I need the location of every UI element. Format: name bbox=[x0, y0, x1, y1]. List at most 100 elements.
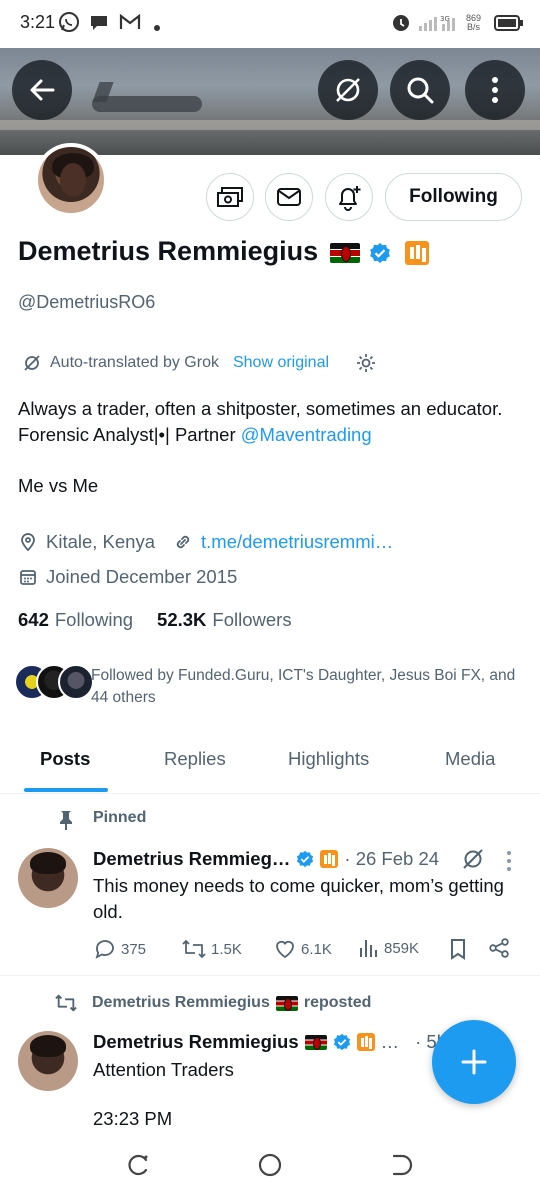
gear-icon[interactable] bbox=[355, 352, 377, 374]
bio: Always a trader, often a shitposter, som… bbox=[18, 396, 518, 448]
recents-icon[interactable] bbox=[126, 1152, 152, 1178]
arrow-left-icon bbox=[30, 79, 55, 101]
repost-button[interactable]: 1.5K bbox=[181, 937, 242, 961]
post-date: · 26 Feb 24 bbox=[344, 848, 440, 869]
bookmark-button[interactable] bbox=[448, 937, 468, 961]
avatar bbox=[58, 664, 94, 700]
dot-icon bbox=[153, 19, 161, 37]
whatsapp-icon bbox=[58, 11, 80, 38]
post-text: This money needs to come quicker, mom’s … bbox=[93, 875, 504, 922]
verified-badge-icon bbox=[297, 850, 314, 868]
message-button[interactable] bbox=[265, 173, 313, 221]
repost-icon bbox=[55, 994, 77, 1012]
following-button[interactable]: Following bbox=[385, 173, 522, 221]
pinned-label: Pinned bbox=[93, 809, 147, 826]
followed-by-text[interactable]: Followed by Funded.Guru, ICT's Daughter,… bbox=[91, 665, 521, 709]
post-author-avatar[interactable] bbox=[18, 1031, 78, 1091]
more-vertical-icon bbox=[492, 77, 498, 103]
grok-translate-icon bbox=[24, 355, 40, 371]
affiliate-badge-icon bbox=[320, 850, 339, 868]
location-pin-icon bbox=[21, 533, 35, 552]
display-name: Demetrius Remmiegius bbox=[18, 236, 319, 266]
tab-highlights[interactable]: Highlights bbox=[288, 748, 369, 770]
system-nav-bar bbox=[0, 1140, 540, 1200]
signal-icon: 3G bbox=[417, 13, 461, 38]
post-author-name[interactable]: Demetrius Remmiegius bbox=[93, 1031, 299, 1053]
post-name-ellipsis: … bbox=[380, 1031, 400, 1052]
followed-by-avatars[interactable] bbox=[14, 664, 94, 700]
reply-button[interactable]: 375 bbox=[93, 937, 146, 961]
post-divider bbox=[0, 975, 540, 976]
post-text-line: 23:23 PM bbox=[93, 1108, 173, 1129]
compose-post-button[interactable] bbox=[432, 1020, 516, 1104]
link-icon bbox=[176, 535, 190, 549]
envelope-icon bbox=[277, 188, 301, 206]
post-header: Demetrius Remmieg… · 26 Feb 24 bbox=[93, 847, 485, 871]
tab-media[interactable]: Media bbox=[445, 748, 495, 770]
following-count-link[interactable]: 642 Following bbox=[18, 609, 133, 631]
display-name-row: Demetrius Remmiegius bbox=[18, 236, 429, 267]
affiliate-badge-icon bbox=[356, 1033, 375, 1051]
search-button[interactable] bbox=[390, 60, 450, 120]
notify-button[interactable] bbox=[325, 173, 373, 221]
views-chart-icon bbox=[360, 940, 377, 957]
pin-icon bbox=[60, 811, 72, 830]
banner-plane bbox=[92, 96, 202, 112]
affiliate-badge-icon[interactable] bbox=[404, 240, 429, 265]
repost-icon bbox=[182, 940, 206, 958]
banner-runway bbox=[0, 120, 540, 130]
views-button[interactable]: 859K bbox=[358, 937, 419, 959]
location-website-row: Kitale, Kenya t.me/demetriusremmi… bbox=[18, 531, 393, 553]
kenya-flag-icon bbox=[304, 1034, 327, 1050]
follow-counts: 642 Following 52.3K Followers bbox=[18, 609, 292, 631]
post-header: Demetrius Remmiegius … · 5h bbox=[93, 1031, 447, 1053]
followers-count-link[interactable]: 52.3K Followers bbox=[157, 609, 292, 631]
translate-button[interactable] bbox=[318, 60, 378, 120]
share-button[interactable] bbox=[488, 937, 510, 959]
joined-date: Joined December 2015 bbox=[46, 566, 238, 587]
joined-row: Joined December 2015 bbox=[18, 566, 237, 588]
share-icon bbox=[489, 938, 509, 958]
bio-motto: Me vs Me bbox=[18, 475, 99, 496]
bookmark-icon bbox=[451, 939, 465, 960]
like-button[interactable]: 6.1K bbox=[273, 937, 332, 961]
gmail-icon bbox=[118, 11, 142, 38]
grok-translate-icon[interactable] bbox=[461, 847, 485, 871]
profile-banner bbox=[0, 48, 540, 155]
more-options-button[interactable] bbox=[465, 60, 525, 120]
calendar-icon bbox=[20, 570, 36, 585]
post-more-icon[interactable] bbox=[505, 850, 513, 872]
profile-avatar[interactable] bbox=[34, 143, 108, 217]
tab-replies[interactable]: Replies bbox=[164, 748, 226, 770]
post-author-avatar[interactable] bbox=[18, 848, 78, 908]
heart-icon bbox=[276, 940, 294, 959]
verified-badge-icon bbox=[333, 1033, 350, 1051]
location: Kitale, Kenya bbox=[46, 531, 156, 552]
plus-icon bbox=[461, 1049, 487, 1075]
grok-translate-icon bbox=[336, 78, 360, 102]
active-tab-indicator bbox=[24, 788, 108, 792]
back-nav-icon[interactable] bbox=[388, 1152, 414, 1178]
chat-bubble-icon bbox=[88, 11, 110, 38]
back-button[interactable] bbox=[12, 60, 72, 120]
kenya-flag-icon bbox=[275, 995, 298, 1011]
show-original-link[interactable]: Show original bbox=[233, 354, 329, 372]
tab-posts[interactable]: Posts bbox=[40, 748, 90, 770]
alarm-icon bbox=[390, 11, 412, 38]
kenya-flag-icon bbox=[329, 242, 360, 263]
home-circle-icon[interactable] bbox=[257, 1152, 283, 1178]
network-speed: 869 B/s bbox=[466, 13, 482, 32]
translation-note: Auto-translated by Grok bbox=[50, 354, 219, 371]
bio-mention-link[interactable]: @Maventrading bbox=[241, 424, 372, 445]
translation-row: Auto-translated by Grok Show original bbox=[22, 352, 377, 374]
reply-icon bbox=[95, 940, 114, 959]
website-link[interactable]: t.me/demetriusremmi… bbox=[201, 531, 393, 553]
post-actions: 375 1.5K 6.1K 859K bbox=[93, 937, 513, 961]
tip-button[interactable] bbox=[206, 173, 254, 221]
post-author-name[interactable]: Demetrius Remmieg… bbox=[93, 848, 290, 870]
verified-badge-icon[interactable] bbox=[369, 242, 391, 264]
reposted-header[interactable]: Demetrius Remmiegius reposted bbox=[54, 992, 371, 1014]
handle: @DemetriusRO6 bbox=[18, 292, 156, 312]
status-bar: 3:21 3G 869 B/s bbox=[0, 0, 540, 48]
search-icon bbox=[407, 77, 434, 104]
